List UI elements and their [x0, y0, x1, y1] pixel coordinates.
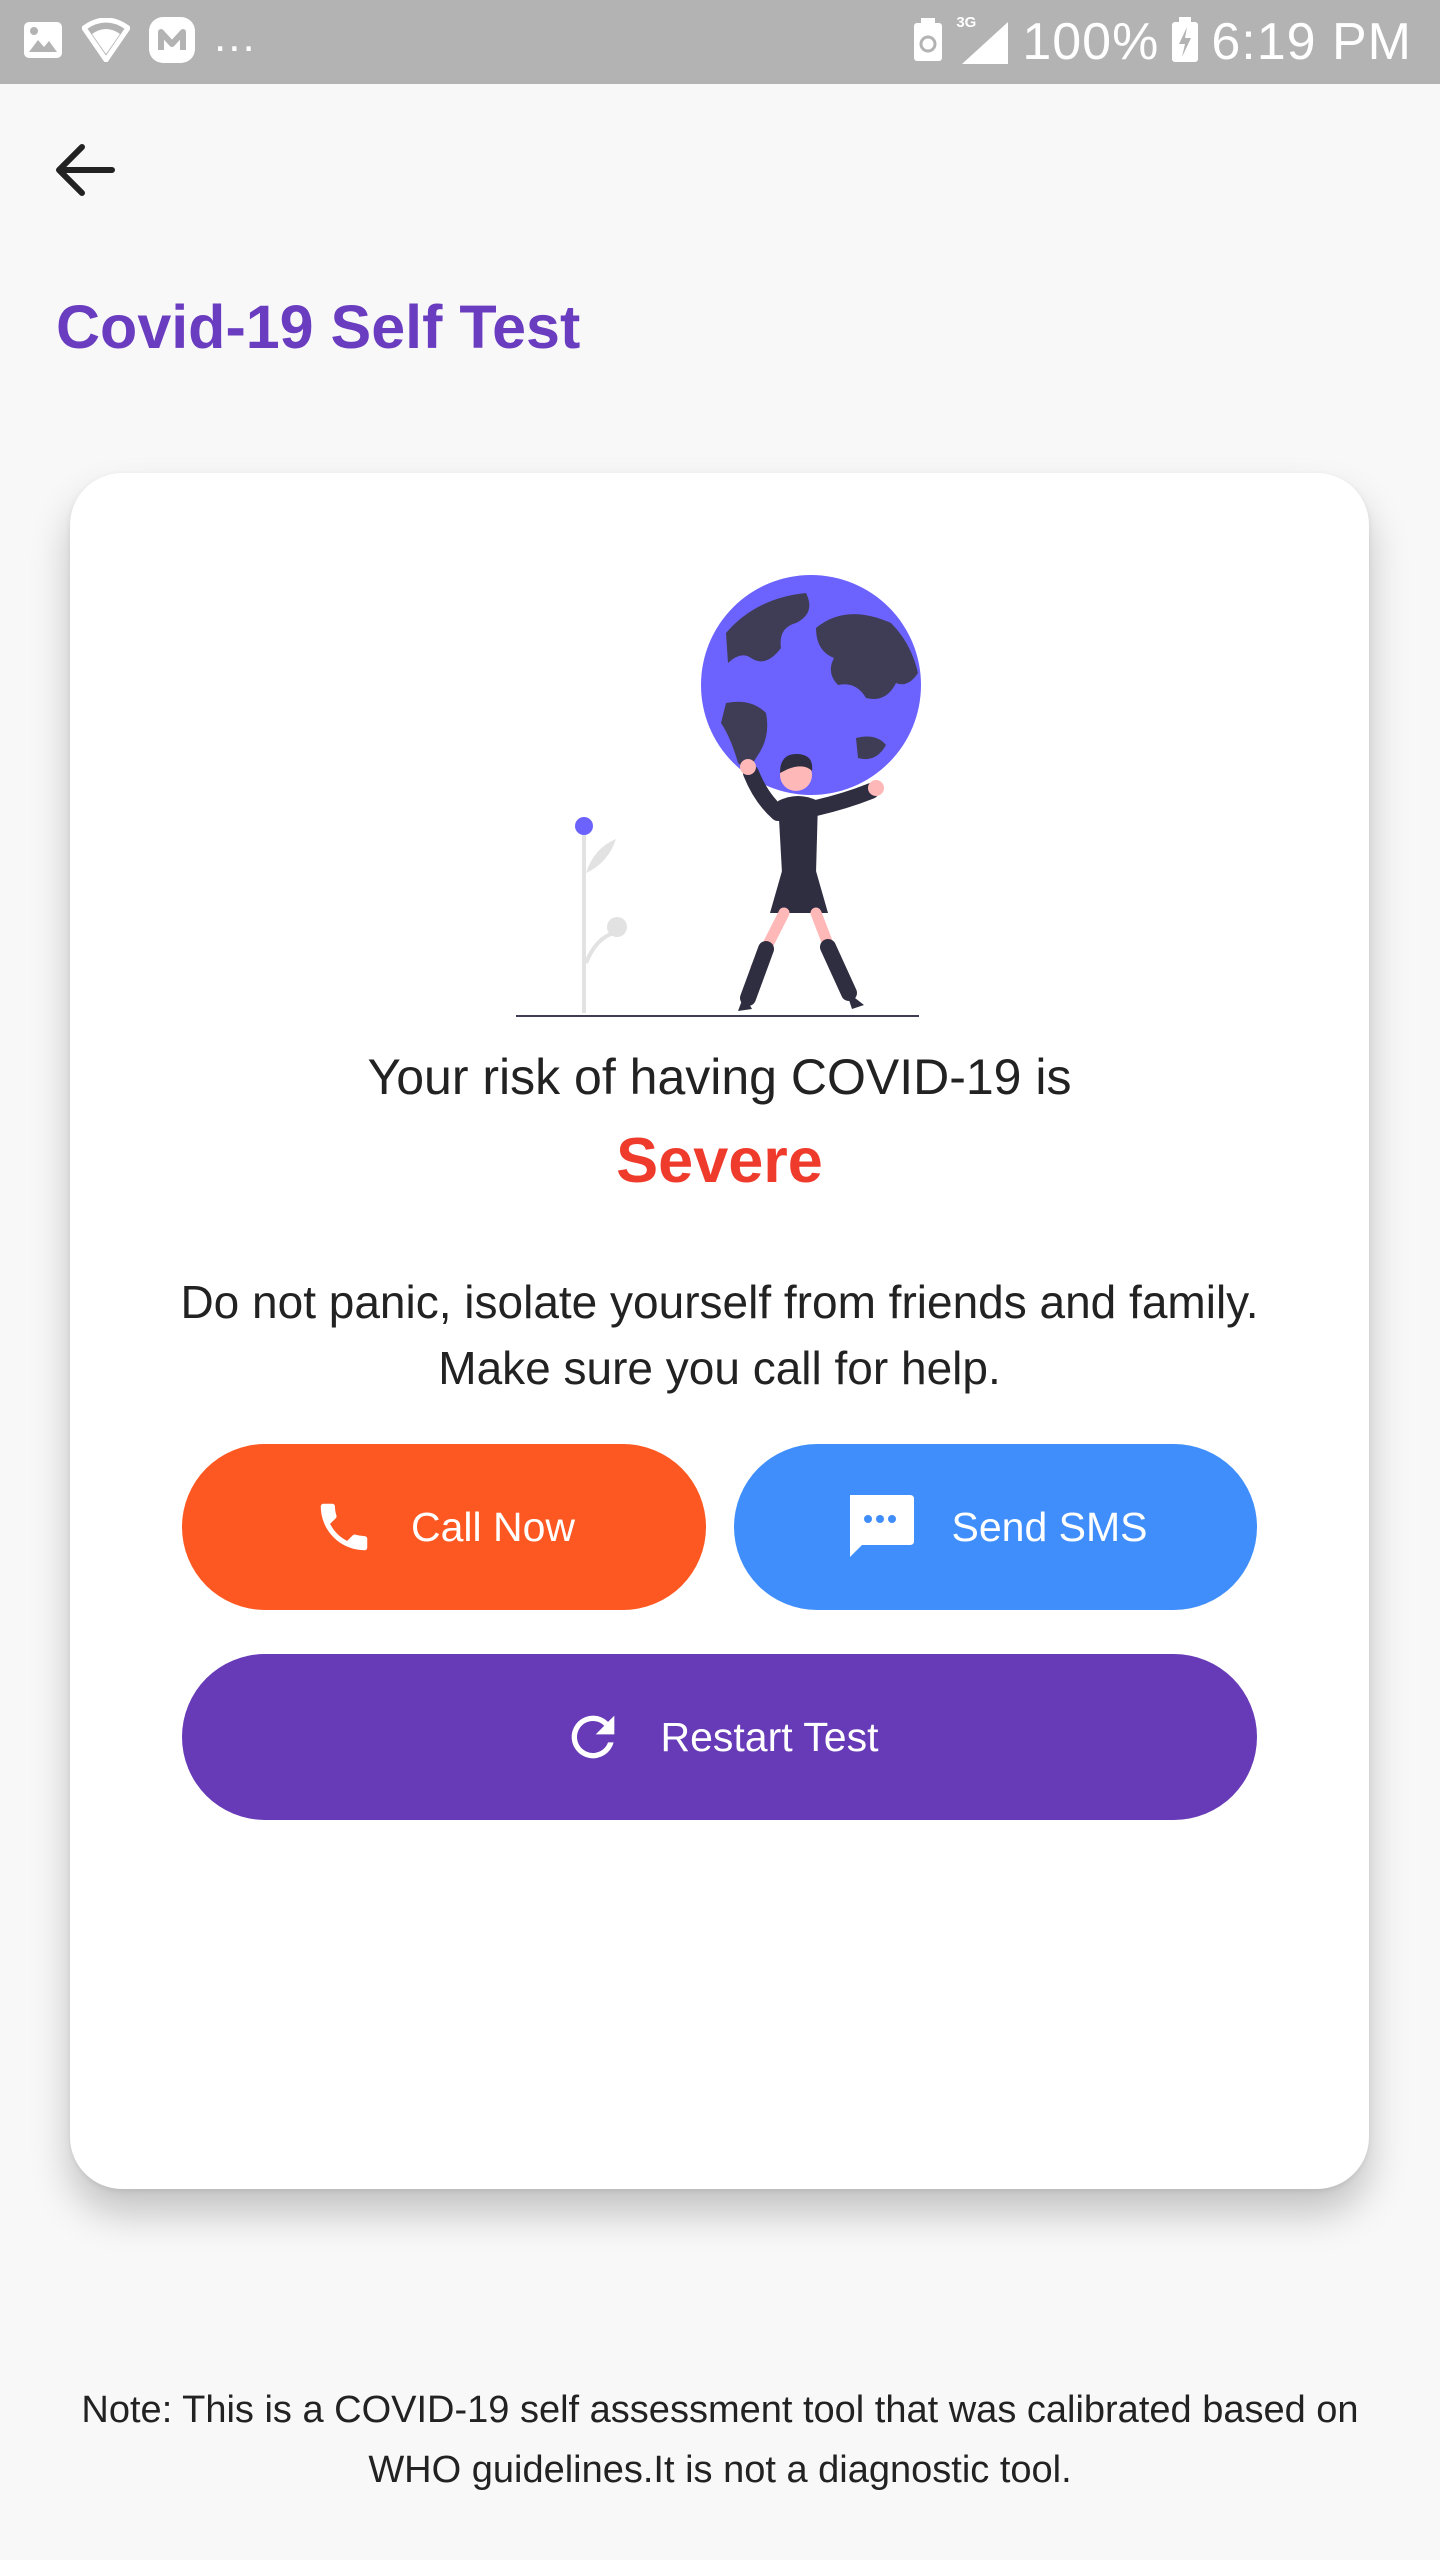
risk-statement: Your risk of having COVID-19 is — [367, 1049, 1072, 1105]
more-notifications-indicator: ... — [214, 12, 257, 61]
globe-illustration — [516, 575, 921, 1017]
result-card: Your risk of having COVID-19 is Severe D… — [70, 473, 1369, 2189]
signal-icon: 3G — [956, 14, 1010, 66]
image-icon — [22, 20, 64, 65]
disclaimer-note: Note: This is a COVID-19 self assessment… — [81, 2389, 1359, 2491]
status-bar-right: 3G 100% 6:19 PM — [912, 10, 1412, 74]
back-arrow-icon — [56, 144, 115, 196]
back-button[interactable] — [40, 130, 130, 210]
battery-percentage: 100% — [1022, 13, 1160, 71]
call-now-label: Call Now — [410, 1503, 576, 1550]
restart-test-button[interactable]: Restart Test — [182, 1654, 1257, 1820]
refresh-icon — [561, 1705, 625, 1769]
status-bar-left: ... — [22, 12, 257, 69]
restart-test-label: Restart Test — [660, 1713, 879, 1760]
network-type-label: 3G — [956, 14, 977, 31]
app-icon — [148, 16, 196, 69]
battery-charging-icon — [1171, 16, 1199, 68]
message-icon — [844, 1493, 916, 1561]
page-title: Covid-19 Self Test — [56, 293, 581, 361]
phone-icon — [313, 1496, 375, 1558]
status-bar: ... 3G 100% 6:19 PM — [0, 0, 1440, 84]
battery-saver-icon — [912, 17, 944, 67]
clock: 6:19 PM — [1211, 13, 1412, 71]
send-sms-button[interactable]: Send SMS — [734, 1444, 1257, 1610]
call-now-button[interactable]: Call Now — [182, 1444, 706, 1610]
advice-text: Do not panic, isolate yourself from frie… — [180, 1276, 1259, 1394]
wifi-icon — [81, 17, 131, 67]
risk-level: Severe — [616, 1126, 823, 1196]
send-sms-label: Send SMS — [951, 1503, 1148, 1550]
